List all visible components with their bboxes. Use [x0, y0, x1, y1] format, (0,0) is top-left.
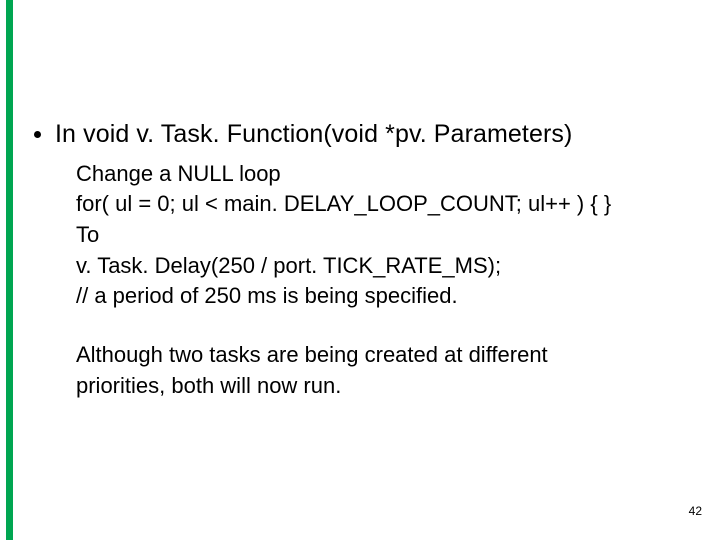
code-line-2: for( ul = 0; ul < main. DELAY_LOOP_COUNT… [76, 189, 690, 219]
slide-content: In void v. Task. Function(void *pv. Para… [30, 118, 690, 401]
accent-bar [6, 0, 13, 540]
heading-prefix: In [55, 120, 83, 148]
heading-line: In void v. Task. Function(void *pv. Para… [55, 118, 572, 151]
code-line-4: v. Task. Delay(250 / port. TICK_RATE_MS)… [76, 251, 690, 281]
note-line-2: priorities, both will now run. [76, 371, 690, 401]
note-line-1: Although two tasks are being created at … [76, 340, 690, 370]
slide: In void v. Task. Function(void *pv. Para… [0, 0, 720, 540]
code-line-3: To [76, 220, 690, 250]
bullet-item: In void v. Task. Function(void *pv. Para… [30, 118, 690, 151]
page-number: 42 [689, 504, 702, 518]
bullet-icon [34, 131, 41, 138]
code-block: Change a NULL loop for( ul = 0; ul < mai… [76, 159, 690, 311]
code-line-1: Change a NULL loop [76, 159, 690, 189]
spacer [30, 312, 690, 334]
note-block: Although two tasks are being created at … [76, 340, 690, 400]
code-line-5: // a period of 250 ms is being specified… [76, 281, 690, 311]
heading-code: void v. Task. Function(void *pv. Paramet… [83, 120, 572, 148]
